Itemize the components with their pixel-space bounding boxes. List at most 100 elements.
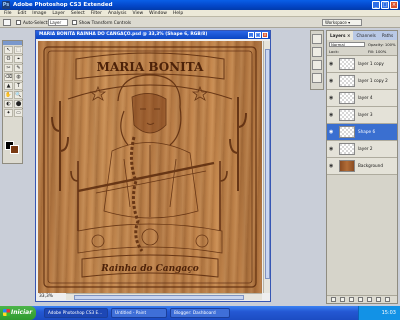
menu-filter[interactable]: Filter — [91, 10, 102, 16]
menu-image[interactable]: Image — [32, 10, 46, 16]
layer-thumbnail — [339, 109, 355, 121]
move-tool-icon[interactable]: ↖ — [4, 46, 13, 54]
background-color-swatch[interactable] — [10, 145, 19, 154]
history-panel-icon[interactable] — [312, 34, 322, 44]
pen-tool-icon[interactable]: ▲ — [4, 82, 13, 90]
auto-select-checkbox[interactable] — [16, 20, 21, 25]
document-vertical-scrollbar[interactable] — [263, 41, 270, 293]
visibility-eye-icon[interactable]: ◉ — [329, 61, 335, 67]
layer-row[interactable]: ◉ Background — [327, 158, 397, 175]
auto-select-label: Auto-Select: — [23, 20, 49, 25]
doc-minimize-button[interactable]: _ — [248, 32, 254, 38]
menu-layer[interactable]: Layer — [52, 10, 65, 16]
hand-tool-icon[interactable]: ✋ — [4, 91, 13, 99]
fill-field[interactable]: Fill: 100% — [368, 49, 386, 54]
document-canvas[interactable]: MARIA BONITA Rainha do Cangaço — [38, 41, 262, 293]
close-button[interactable]: × — [390, 1, 398, 9]
healing-tool-icon[interactable]: ✦ — [4, 109, 13, 117]
layers-panel-footer — [327, 295, 397, 303]
menu-analysis[interactable]: Analysis — [108, 10, 127, 16]
type-tool-icon[interactable]: T — [14, 82, 23, 90]
maximize-button[interactable]: □ — [381, 1, 389, 9]
shape-tool-icon[interactable]: ▭ — [14, 109, 23, 117]
doc-close-button[interactable]: × — [262, 32, 268, 38]
magic-wand-tool-icon[interactable]: ⌖ — [14, 55, 23, 63]
workspace-dropdown[interactable]: Workspace ▾ — [322, 19, 362, 26]
visibility-eye-icon[interactable]: ◉ — [329, 163, 335, 169]
visibility-eye-icon[interactable]: ◉ — [329, 112, 335, 118]
swatches-panel-icon[interactable] — [312, 60, 322, 70]
document-title-bar[interactable]: MARIA BONITA RAINHA DO CANGAÇO.psd @ 33,… — [36, 31, 270, 39]
visibility-eye-icon[interactable]: ◉ — [329, 146, 335, 152]
marquee-tool-icon[interactable]: ⬚ — [14, 46, 23, 54]
horizontal-scroll-thumb[interactable] — [74, 295, 244, 300]
layer-row[interactable]: ◉ layer 1 copy — [327, 56, 397, 73]
layer-row[interactable]: ◉ layer 4 — [327, 90, 397, 107]
opacity-field[interactable]: Opacity: 100% — [368, 42, 396, 47]
tab-layers[interactable]: Layers × — [327, 31, 354, 40]
visibility-eye-icon[interactable]: ◉ — [329, 95, 335, 101]
crop-tool-icon[interactable]: ✂ — [4, 64, 13, 72]
visibility-eye-icon[interactable]: ◉ — [329, 129, 335, 135]
layer-row-selected[interactable]: ◉ Shape 6 — [327, 124, 397, 141]
zoom-tool-icon[interactable]: 🔍 — [14, 91, 23, 99]
link-layers-icon[interactable] — [331, 297, 336, 302]
document-title: MARIA BONITA RAINHA DO CANGAÇO.psd @ 33,… — [39, 32, 208, 37]
blend-mode-dropdown[interactable]: Normal — [329, 42, 365, 47]
menu-window[interactable]: Window — [149, 10, 167, 16]
layers-panel-tabs: Layers × Channels Paths — [327, 31, 397, 40]
start-button[interactable]: Iniciar — [0, 306, 36, 320]
layer-row[interactable]: ◉ layer 2 — [327, 141, 397, 158]
start-label: Iniciar — [11, 309, 33, 316]
layer-style-icon[interactable] — [340, 297, 345, 302]
navigator-panel-icon[interactable] — [312, 73, 322, 83]
stamp-tool-icon[interactable]: ◍ — [14, 73, 23, 81]
brush-tool-icon[interactable]: ✎ — [14, 64, 23, 72]
zoom-level[interactable]: 33,3% — [39, 293, 65, 300]
layer-thumbnail — [339, 126, 355, 138]
layer-thumbnail — [339, 143, 355, 155]
menu-help[interactable]: Help — [173, 10, 183, 16]
actions-panel-icon[interactable] — [312, 47, 322, 57]
tab-paths[interactable]: Paths — [379, 31, 396, 40]
layer-name: layer 2 — [358, 146, 373, 151]
menu-select[interactable]: Select — [71, 10, 85, 16]
artwork-title: MARIA BONITA — [97, 60, 204, 74]
menu-edit[interactable]: Edit — [18, 10, 27, 16]
dodge-tool-icon[interactable]: ◐ — [4, 100, 13, 108]
new-group-icon[interactable] — [367, 297, 372, 302]
app-title: Adobe Photoshop CS3 Extended — [13, 2, 113, 8]
new-layer-icon[interactable] — [376, 297, 381, 302]
system-tray-clock[interactable]: 15:03 — [358, 306, 400, 320]
visibility-eye-icon[interactable]: ◉ — [329, 78, 335, 84]
taskbar-item-photoshop[interactable]: Adobe Photoshop CS3 E... — [44, 308, 108, 318]
menu-bar: File Edit Image Layer Select Filter Anal… — [0, 10, 400, 17]
adjustment-layer-icon[interactable] — [358, 297, 363, 302]
options-bar: Auto-Select: Layer Show Transform Contro… — [0, 17, 400, 28]
menu-file[interactable]: File — [4, 10, 12, 16]
layer-name: layer 4 — [358, 95, 373, 100]
layers-controls: Normal Opacity: 100% Lock: Fill: 100% — [327, 40, 397, 56]
lasso-tool-icon[interactable]: ʘ — [4, 55, 13, 63]
vertical-scroll-thumb[interactable] — [265, 49, 270, 279]
show-transform-checkbox[interactable] — [72, 20, 77, 25]
doc-maximize-button[interactable]: □ — [255, 32, 261, 38]
blur-tool-icon[interactable]: ⬤ — [14, 100, 23, 108]
taskbar-item-browser[interactable]: Blogger: Dashboard — [170, 308, 230, 318]
auto-select-dropdown[interactable]: Layer — [48, 19, 68, 26]
menu-view[interactable]: View — [132, 10, 143, 16]
minimize-button[interactable]: _ — [372, 1, 380, 9]
layer-row[interactable]: ◉ layer 1 copy 2 — [327, 73, 397, 90]
taskbar-item-paint[interactable]: Untitled - Paint — [111, 308, 167, 318]
tools-panel: ↖ ⬚ ʘ ⌖ ✂ ✎ ⌫ ◍ ▲ T ✋ 🔍 ◐ ⬤ ✦ ▭ — [2, 40, 23, 164]
document-horizontal-scrollbar[interactable] — [66, 293, 262, 300]
layer-thumbnail — [339, 160, 355, 172]
trash-icon[interactable] — [385, 297, 390, 302]
wood-engraving-artwork: MARIA BONITA Rainha do Cangaço — [43, 46, 257, 288]
layer-mask-icon[interactable] — [349, 297, 354, 302]
tab-channels[interactable]: Channels — [353, 31, 378, 40]
eraser-tool-icon[interactable]: ⌫ — [4, 73, 13, 81]
layer-name: layer 1 copy 2 — [358, 78, 388, 83]
layer-row[interactable]: ◉ layer 3 — [327, 107, 397, 124]
move-tool-preset-icon[interactable] — [3, 19, 11, 26]
